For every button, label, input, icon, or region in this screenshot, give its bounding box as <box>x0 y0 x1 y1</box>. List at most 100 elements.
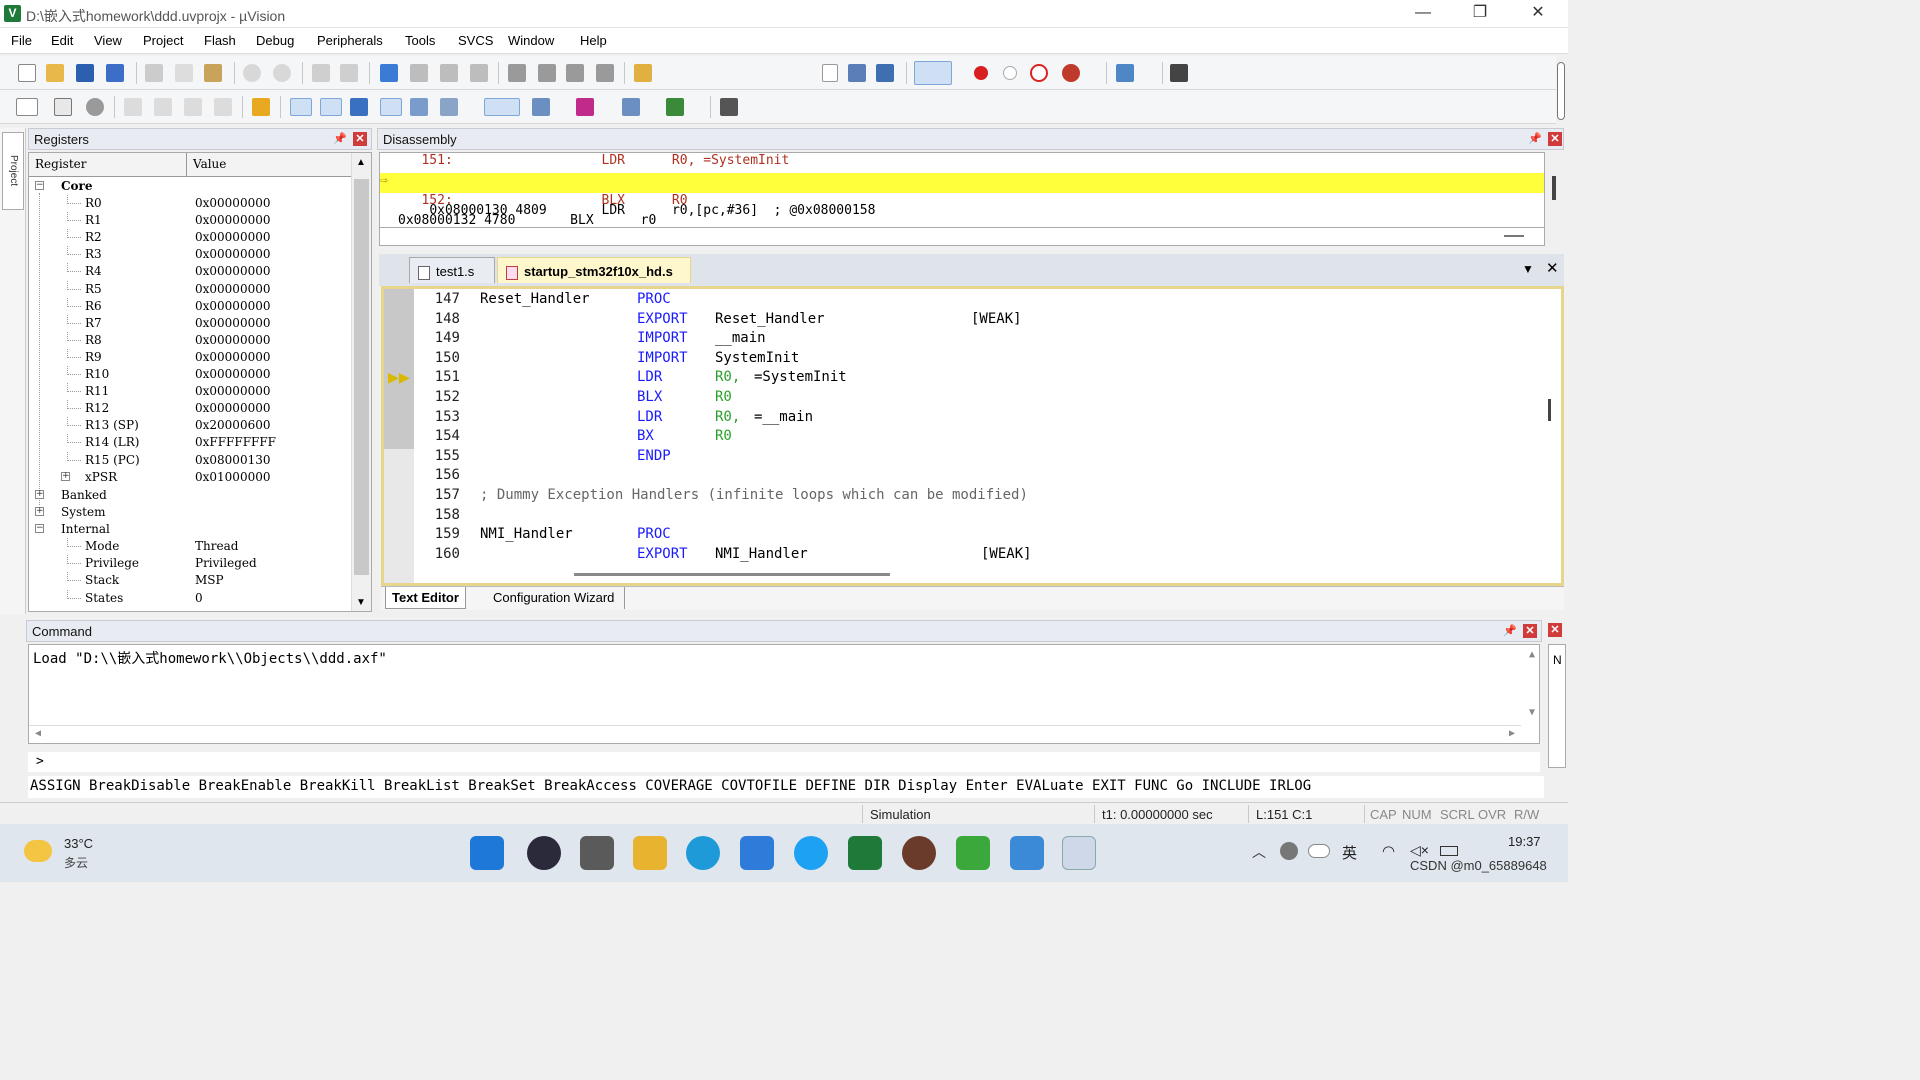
register-row[interactable]: R9 0x00000000 <box>29 348 351 366</box>
close-editor-icon[interactable]: ✕ <box>1546 259 1559 277</box>
register-value[interactable]: 0x00000000 <box>195 350 270 364</box>
tray-app-icon[interactable] <box>1280 842 1298 860</box>
register-value[interactable]: 0x08000130 <box>195 453 270 467</box>
menu-window[interactable]: Window <box>508 33 554 48</box>
nav-forward-icon[interactable] <box>340 64 358 82</box>
expand-icon[interactable]: + <box>35 507 44 516</box>
weather-temperature[interactable]: 33°C <box>64 836 93 851</box>
menu-tools[interactable]: Tools <box>405 33 435 48</box>
command-hscroll[interactable]: ◀ ▶ <box>29 725 1521 743</box>
register-row[interactable]: R11 0x00000000 <box>29 383 351 400</box>
pin-icon[interactable]: 📌 <box>1528 132 1542 145</box>
tab-configuration-wizard[interactable]: Configuration Wizard <box>483 587 626 609</box>
register-column-header[interactable]: Register <box>29 153 187 177</box>
restore-button[interactable]: ❐ <box>1457 2 1503 26</box>
register-value[interactable]: 0x00000000 <box>195 299 270 313</box>
file-explorer-icon[interactable] <box>633 836 667 870</box>
code-editor[interactable]: ▶▶ 147 Reset_Handler PROC 148 EXPORT Reset_Ha… <box>381 286 1564 586</box>
register-row[interactable]: R13 (SP) 0x20000600 <box>29 417 351 434</box>
internal-row[interactable]: Privilege Privileged <box>29 555 351 572</box>
avatar-app-icon[interactable] <box>902 836 936 870</box>
internal-row[interactable]: States 0 <box>29 589 351 607</box>
editor-vscroll-thumb[interactable] <box>1548 399 1551 421</box>
new-file-icon[interactable] <box>18 64 36 82</box>
start-windows-icon[interactable] <box>470 836 504 870</box>
store-icon[interactable] <box>740 836 774 870</box>
menu-debug[interactable]: Debug <box>256 33 294 48</box>
command-window-icon[interactable] <box>290 98 312 116</box>
save-icon[interactable] <box>76 64 94 82</box>
tab-text-editor[interactable]: Text Editor <box>385 587 466 609</box>
tree-node-banked[interactable]: + Banked <box>29 487 351 504</box>
scroll-down-icon[interactable]: ▼ <box>356 597 366 608</box>
scroll-down-icon[interactable]: ▼ <box>1529 707 1535 718</box>
register-row[interactable]: R8 0x00000000 <box>29 331 351 349</box>
watch-window-icon[interactable] <box>440 98 458 116</box>
tab-test1[interactable]: test1.s <box>409 257 495 283</box>
tab-list-dropdown-icon[interactable]: ▼ <box>1522 262 1534 276</box>
register-value[interactable]: 0x00000000 <box>195 230 270 244</box>
ie-browser-icon[interactable] <box>794 836 828 870</box>
expand-icon[interactable]: + <box>61 471 70 481</box>
serial-window-icon[interactable] <box>532 98 550 116</box>
breakpoint-icon[interactable] <box>974 66 988 80</box>
keil-uvision-icon[interactable] <box>848 836 882 870</box>
run-to-cursor-icon[interactable] <box>214 98 232 116</box>
weather-condition[interactable]: 多云 <box>64 854 88 871</box>
internal-row[interactable]: Mode Thread <box>29 538 351 555</box>
minimize-button[interactable]: — <box>1400 2 1446 26</box>
menu-svcs[interactable]: SVCS <box>458 33 493 48</box>
kill-all-breakpoints-icon[interactable] <box>1062 64 1080 82</box>
incremental-find-icon[interactable] <box>876 64 894 82</box>
close-right-pane-button[interactable]: ✕ <box>1548 623 1562 637</box>
register-value[interactable]: 0x00000000 <box>195 384 270 398</box>
registers-window-icon[interactable] <box>380 98 402 116</box>
stop-icon[interactable] <box>86 98 104 116</box>
onedrive-icon[interactable] <box>1308 844 1330 858</box>
collapse-icon[interactable]: − <box>35 181 44 190</box>
copy-icon[interactable] <box>175 64 193 82</box>
reset-icon[interactable] <box>16 98 38 116</box>
register-row[interactable]: R4 0x00000000 <box>29 263 351 280</box>
register-row[interactable]: R2 0x00000000 <box>29 229 351 246</box>
system-viewer-icon[interactable] <box>666 98 684 116</box>
scroll-thumb[interactable] <box>354 179 369 575</box>
memory-window-icon[interactable] <box>484 98 520 116</box>
menu-flash[interactable]: Flash <box>204 33 236 48</box>
close-disassembly-button[interactable]: ✕ <box>1548 132 1562 146</box>
disable-breakpoint-icon[interactable] <box>1003 66 1017 80</box>
trace-window-icon[interactable] <box>622 98 640 116</box>
register-row[interactable]: R3 0x00000000 <box>29 246 351 263</box>
pin-icon[interactable]: 📌 <box>1503 624 1517 637</box>
task-view-icon[interactable] <box>580 836 614 870</box>
register-value[interactable]: 0x00000000 <box>195 264 270 278</box>
register-value[interactable]: 0x00000000 <box>195 316 270 330</box>
save-all-icon[interactable] <box>106 64 124 82</box>
register-value[interactable]: 0x00000000 <box>195 282 270 296</box>
symbols-window-icon[interactable] <box>350 98 368 116</box>
snipping-tool-icon[interactable] <box>1062 836 1096 870</box>
register-row[interactable]: + xPSR 0x01000000 <box>29 469 351 486</box>
battery-icon[interactable] <box>1440 846 1458 856</box>
nav-back-icon[interactable] <box>312 64 330 82</box>
tree-node-internal[interactable]: − Internal <box>29 521 351 538</box>
find-dropdown-icon[interactable] <box>822 64 838 82</box>
register-row[interactable]: R0 0x00000000 <box>29 195 351 212</box>
clear-bookmarks-icon[interactable] <box>470 64 488 82</box>
registers-scrollbar[interactable]: ▲ ▼ <box>351 153 371 611</box>
register-row[interactable]: R12 0x00000000 <box>29 400 351 417</box>
menu-edit[interactable]: Edit <box>51 33 73 48</box>
menu-peripherals[interactable]: Peripherals <box>317 33 383 48</box>
register-row[interactable]: R15 (PC) 0x08000130 <box>29 451 351 469</box>
notepad-icon[interactable] <box>1010 836 1044 870</box>
indent-icon[interactable] <box>508 64 526 82</box>
disassembly-hscroll[interactable] <box>379 228 1545 246</box>
register-value[interactable]: 0x00000000 <box>195 213 270 227</box>
open-folder-icon[interactable] <box>46 64 64 82</box>
configure-icon[interactable] <box>1170 64 1188 82</box>
find-icon[interactable] <box>848 64 866 82</box>
expand-icon[interactable]: + <box>35 490 44 499</box>
step-over-icon[interactable] <box>154 98 172 116</box>
menu-project[interactable]: Project <box>143 33 183 48</box>
game-app-icon[interactable] <box>956 836 990 870</box>
